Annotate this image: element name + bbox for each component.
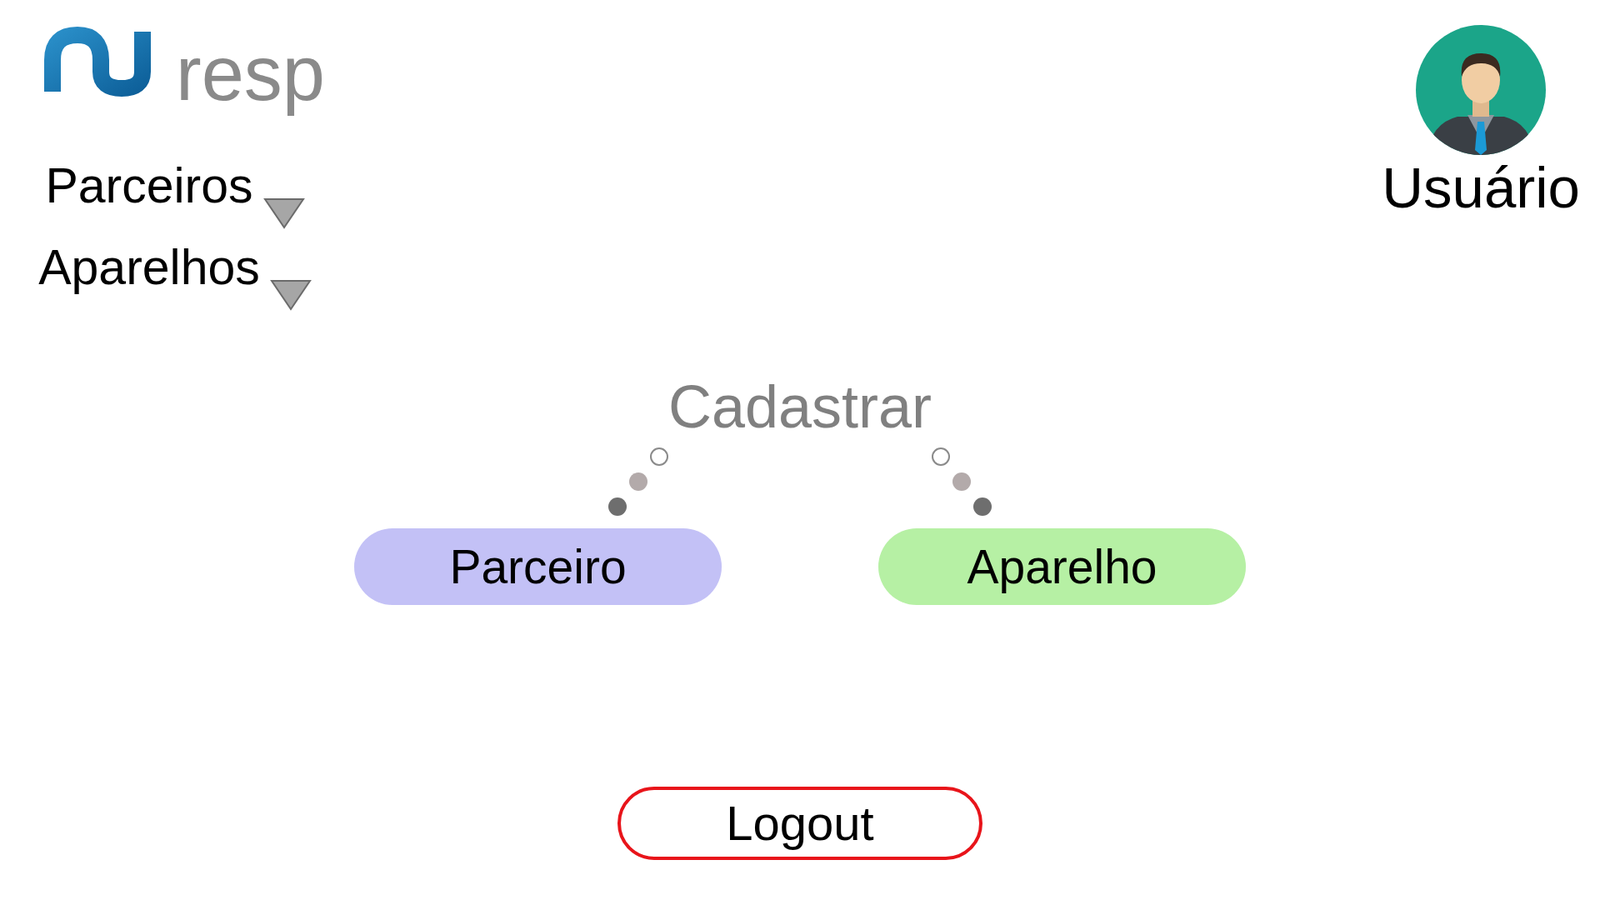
user-avatar-icon[interactable] (1415, 25, 1546, 155)
nav-item[interactable]: Aparelhos (38, 237, 312, 298)
dot (629, 472, 648, 491)
connector-dots (608, 447, 992, 516)
dot (608, 497, 627, 516)
user-label[interactable]: Usuário (1381, 155, 1580, 222)
logo-text: resp (175, 35, 325, 114)
nav-menu: Parceiros Aparelhos (0, 155, 350, 298)
dot (952, 472, 971, 491)
triangle-down-icon[interactable] (263, 197, 305, 230)
page: resp Parceiros Aparelhos Usuário Cadastrar Pa… (0, 0, 1600, 900)
dot (931, 447, 950, 466)
register-section: Cadastrar Parceiro Aparelho Logout (0, 370, 1600, 860)
nav-item[interactable]: Parceiros (45, 155, 305, 216)
nav-item-label[interactable]: Aparelhos (38, 237, 260, 298)
register-title: Cadastrar (668, 370, 932, 443)
register-button[interactable]: Parceiro (354, 528, 722, 605)
user-menu[interactable]: Usuário (1381, 0, 1600, 222)
register-actions: Parceiro Aparelho (354, 528, 1246, 605)
left-connector (608, 447, 669, 516)
register-button[interactable]: Aparelho (878, 528, 1246, 605)
dot (973, 497, 992, 516)
triangle-down-icon[interactable] (270, 279, 312, 311)
dot (650, 447, 669, 466)
header: resp Parceiros Aparelhos Usuário (0, 0, 1600, 298)
logo: resp (42, 25, 350, 97)
right-connector (931, 447, 992, 516)
logout-button[interactable]: Logout (617, 786, 983, 860)
left-column: resp Parceiros Aparelhos (0, 0, 350, 298)
logo-mark-icon (42, 25, 168, 97)
nav-item-label[interactable]: Parceiros (45, 155, 253, 216)
